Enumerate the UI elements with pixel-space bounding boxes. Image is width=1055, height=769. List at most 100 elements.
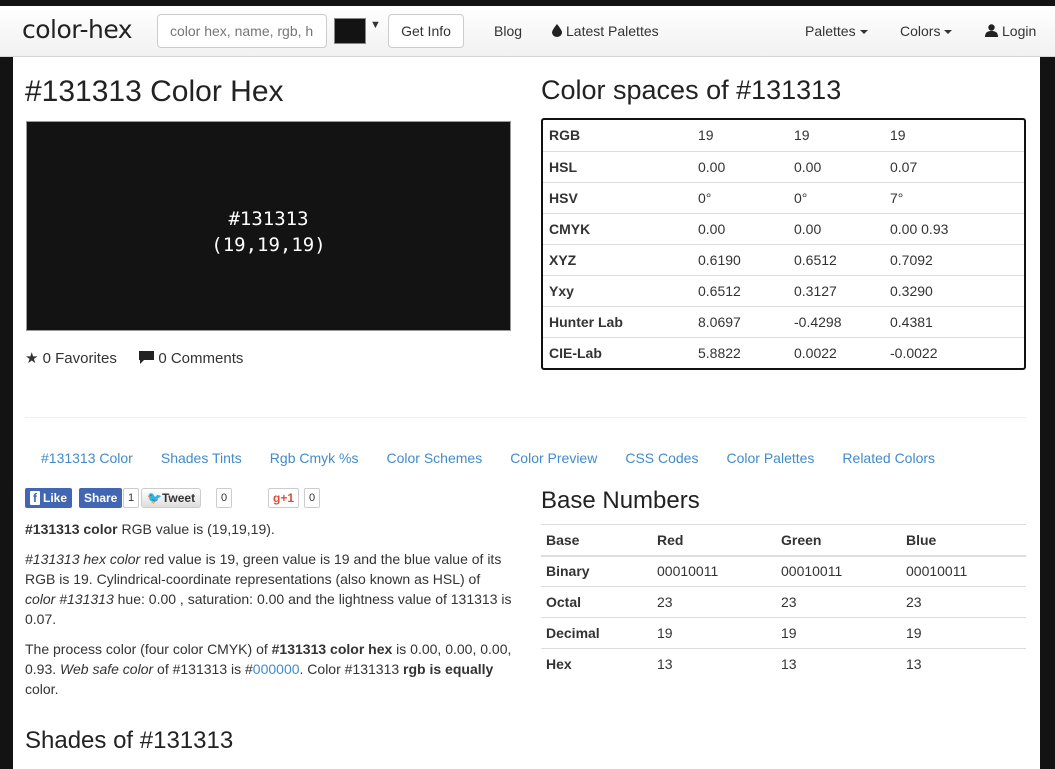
tweet-button[interactable]: 🐦Tweet — [141, 488, 202, 508]
base-cell: 00010011 — [776, 555, 901, 587]
color-space-row: CMYK 0.00 0.00 0.00 0.93 — [543, 212, 1024, 244]
nav-palettes-label: Palettes — [805, 23, 856, 39]
color-space-label: HSV — [543, 181, 692, 213]
color-space-value: 0.00 — [788, 212, 884, 244]
p1-rest: RGB value is (19,19,19). — [117, 521, 275, 537]
color-space-label: CMYK — [543, 212, 692, 244]
color-space-label: XYZ — [543, 243, 692, 275]
shades-title: Shades of #131313 — [25, 727, 234, 754]
color-spaces-title: Color spaces of #131313 — [541, 75, 842, 105]
color-space-label: HSL — [543, 150, 692, 182]
color-space-value: 0.00 — [788, 150, 884, 182]
color-space-value: 7° — [884, 181, 1024, 213]
color-space-value: 0.0022 — [788, 336, 884, 368]
base-numbers-title: Base Numbers — [541, 487, 700, 514]
color-space-value: 19 — [698, 127, 714, 144]
color-space-value: 0° — [692, 181, 788, 213]
base-cell: 00010011 — [652, 555, 776, 587]
comments-count[interactable]: 0 Comments — [158, 350, 243, 367]
tab-0[interactable]: #131313 Color — [41, 450, 133, 466]
nav-colors-label: Colors — [900, 23, 941, 39]
base-cell: 13 — [652, 648, 776, 680]
tab-1[interactable]: Shades Tints — [161, 450, 242, 466]
gplus-label: +1 — [280, 491, 295, 505]
p3-italic1: Web safe color — [60, 661, 154, 677]
nav-blog[interactable]: Blog — [494, 23, 522, 39]
tweet-count: 0 — [216, 488, 233, 508]
base-numbers-table: Base Red Green Blue Binary 00010011 00010011 0… — [541, 524, 1026, 680]
base-cell: 13 — [901, 648, 1026, 680]
tab-6[interactable]: Color Palettes — [726, 450, 814, 466]
base-header: Blue — [901, 524, 1026, 557]
nav-latest-palettes[interactable]: Latest Palettes — [552, 23, 659, 39]
search-input[interactable] — [157, 14, 327, 48]
facebook-like-button[interactable]: f Like — [25, 488, 73, 508]
p2-italic1: #131313 hex color — [25, 551, 141, 567]
color-space-value: 0.6512 — [692, 274, 788, 306]
color-space-value: 0.6190 — [692, 243, 788, 275]
google-plus-button[interactable]: g+1 — [268, 488, 300, 508]
base-cell: 23 — [776, 586, 901, 618]
tab-4[interactable]: Color Preview — [510, 450, 597, 466]
base-cell: 13 — [776, 648, 901, 680]
p3-text1: The process color (four color CMYK) of — [25, 641, 272, 657]
color-space-row: Hunter Lab 8.0697 -0.4298 0.4381 — [543, 305, 1024, 337]
color-space-value: 0.7092 — [884, 243, 1024, 275]
p1-bold: #131313 color — [25, 521, 118, 537]
tab-7[interactable]: Related Colors — [842, 450, 935, 466]
nav-palettes-dropdown[interactable]: Palettes — [805, 23, 868, 39]
base-cell: Hex — [541, 648, 652, 680]
color-picker-caret-icon[interactable]: ▼ — [370, 19, 381, 31]
color-space-value: 0.3127 — [788, 274, 884, 306]
base-cell: 19 — [652, 617, 776, 649]
base-header: Base — [541, 524, 652, 557]
tab-2[interactable]: Rgb Cmyk %s — [270, 450, 359, 466]
paragraph-rgb: #131313 color RGB value is (19,19,19). — [25, 519, 513, 539]
star-icon[interactable]: ★ — [25, 350, 38, 367]
color-space-value: 8.0697 — [692, 305, 788, 337]
base-row: Decimal 19 19 19 — [541, 617, 1026, 649]
gplus-count: 0 — [304, 488, 321, 508]
tab-3[interactable]: Color Schemes — [386, 450, 482, 466]
web-safe-color-link[interactable]: 000000 — [253, 661, 300, 677]
base-cell: Octal — [541, 586, 652, 618]
brand-logo[interactable]: color-hex — [22, 15, 133, 44]
color-space-label: Hunter Lab — [543, 305, 692, 337]
favorites-count[interactable]: 0 Favorites — [43, 350, 117, 367]
nav-latest-palettes-label: Latest Palettes — [566, 23, 659, 39]
get-info-button[interactable]: Get Info — [388, 14, 464, 48]
p2-italic2: color #131313 — [25, 591, 114, 607]
like-label: Like — [43, 491, 68, 505]
color-preview-box: #131313 (19,19,19) — [26, 121, 511, 331]
color-space-row: XYZ 0.6190 0.6512 0.7092 — [543, 243, 1024, 275]
color-space-value: 19 — [794, 127, 810, 144]
base-cell: 23 — [901, 586, 1026, 618]
section-tabs: #131313 Color Shades Tints Rgb Cmyk %s Colo… — [41, 450, 963, 466]
color-picker-swatch[interactable] — [334, 18, 366, 44]
color-space-row: CIE-Lab 5.8822 0.0022 -0.0022 — [543, 336, 1024, 368]
base-cell: 19 — [776, 617, 901, 649]
main-content: #131313 Color Hex #131313 (19,19,19) ★ 0… — [13, 57, 1040, 769]
nav-login[interactable]: Login — [985, 23, 1036, 39]
nav-login-label: Login — [1002, 23, 1037, 39]
color-space-label: Yxy — [543, 274, 692, 306]
base-header: Green — [776, 524, 901, 557]
nav-colors-dropdown[interactable]: Colors — [900, 23, 953, 39]
comment-icon[interactable] — [139, 351, 155, 364]
share-count: 1 — [123, 488, 140, 508]
base-row: Hex 13 13 13 — [541, 648, 1026, 680]
caret-down-icon — [859, 30, 868, 35]
facebook-icon: f — [30, 491, 40, 505]
color-space-row: RGB 19 19 19 — [543, 120, 1024, 151]
paragraph-hsl: #131313 hex color red value is 19, green… — [25, 549, 513, 629]
color-space-value: 0.07 — [884, 150, 1024, 182]
tab-5[interactable]: CSS Codes — [625, 450, 698, 466]
navbar: color-hex ▼ Get Info Blog Latest Palette… — [0, 0, 1055, 57]
color-space-value: 0.6512 — [788, 243, 884, 275]
p3-bold2: rgb is equally — [403, 661, 494, 677]
base-cell: 00010011 — [901, 555, 1026, 587]
p3-text4: . Color #131313 — [299, 661, 404, 677]
color-space-value: 0.3290 — [884, 274, 1024, 306]
color-space-row: HSL 0.00 0.00 0.07 — [543, 150, 1024, 182]
facebook-share-button[interactable]: Share — [79, 488, 123, 508]
